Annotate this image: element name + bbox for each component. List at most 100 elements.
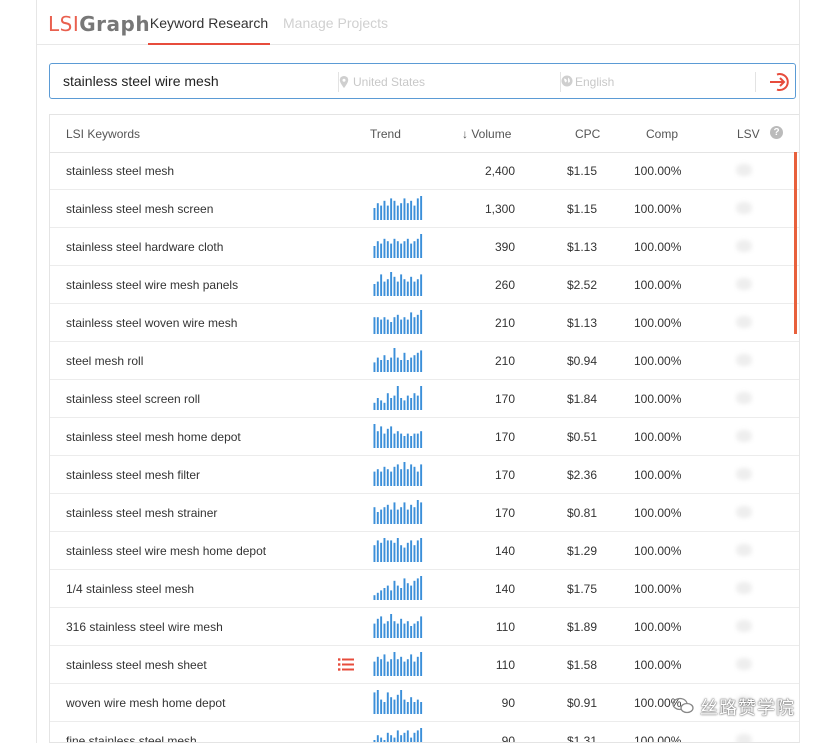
table-row[interactable]: stainless steel mesh filter 170 $2.36 100.0… bbox=[50, 456, 799, 494]
table-row[interactable]: steel mesh roll 210 $0.94 100.00% bbox=[50, 342, 799, 380]
keyword-cell[interactable]: stainless steel mesh home depot bbox=[66, 430, 241, 444]
table-row[interactable]: stainless steel wire mesh panels 260 $2.52… bbox=[50, 266, 799, 304]
table-row[interactable]: stainless steel wire mesh home depot 140 $… bbox=[50, 532, 799, 570]
cpc-cell: $1.13 bbox=[567, 240, 598, 254]
column-header-keywords[interactable]: LSI Keywords bbox=[66, 127, 140, 141]
help-icon[interactable]: ? bbox=[770, 126, 783, 139]
volume-cell: 140 bbox=[494, 582, 515, 596]
table-row[interactable]: stainless steel woven wire mesh 210 $1.13 1… bbox=[50, 304, 799, 342]
list-icon[interactable] bbox=[338, 658, 354, 671]
keyword-cell[interactable]: stainless steel mesh filter bbox=[66, 468, 200, 482]
column-header-volume[interactable]: ↓ Volume bbox=[462, 127, 511, 141]
trend-bar bbox=[373, 471, 376, 486]
lsv-blurred-value[interactable] bbox=[736, 430, 752, 442]
keyword-cell[interactable]: stainless steel screen roll bbox=[66, 392, 200, 406]
logo-lsi-text: LSI bbox=[48, 12, 80, 36]
keyword-cell[interactable]: fine stainless steel mesh bbox=[66, 734, 197, 742]
trend-bar bbox=[390, 590, 393, 600]
trend-bar bbox=[383, 588, 386, 600]
lsv-blurred-value[interactable] bbox=[736, 582, 752, 594]
keyword-cell[interactable]: stainless steel woven wire mesh bbox=[66, 316, 237, 330]
trend-bar bbox=[393, 652, 396, 676]
column-header-lsv[interactable]: LSV bbox=[737, 127, 760, 141]
keyword-cell[interactable]: stainless steel hardware cloth bbox=[66, 240, 223, 254]
cpc-cell: $0.81 bbox=[567, 506, 598, 520]
keyword-cell[interactable]: stainless steel mesh sheet bbox=[66, 658, 207, 672]
lsv-blurred-value[interactable] bbox=[736, 392, 752, 404]
lsv-blurred-value[interactable] bbox=[736, 658, 752, 670]
trend-bar bbox=[400, 469, 403, 486]
sort-down-arrow-icon: ↓ bbox=[462, 127, 468, 141]
trend-bar bbox=[383, 317, 386, 334]
keyword-cell[interactable]: 316 stainless steel wire mesh bbox=[66, 620, 223, 634]
trend-bar bbox=[393, 542, 396, 562]
table-row[interactable]: stainless steel mesh 2,400 $1.15 100.00% bbox=[50, 152, 799, 190]
trend-bar bbox=[380, 360, 383, 372]
scrollbar-thumb[interactable] bbox=[794, 152, 797, 334]
trend-bar bbox=[400, 735, 403, 742]
table-row[interactable]: 1/4 stainless steel mesh 140 $1.75 100.00% bbox=[50, 570, 799, 608]
lsv-blurred-value[interactable] bbox=[736, 240, 752, 252]
lsv-blurred-value[interactable] bbox=[736, 506, 752, 518]
table-row[interactable]: stainless steel mesh screen 1,300 $1.15 100… bbox=[50, 190, 799, 228]
trend-bar bbox=[403, 317, 406, 334]
search-submit-icon[interactable] bbox=[768, 70, 792, 94]
lsv-blurred-value[interactable] bbox=[736, 202, 752, 214]
keyword-search-input[interactable]: stainless steel wire mesh bbox=[63, 73, 219, 89]
trend-bar bbox=[403, 400, 406, 410]
trend-bar bbox=[400, 274, 403, 296]
column-header-comp[interactable]: Comp bbox=[646, 127, 678, 141]
trend-bar bbox=[383, 402, 386, 410]
keyword-cell[interactable]: 1/4 stainless steel mesh bbox=[66, 582, 194, 596]
lsv-blurred-value[interactable] bbox=[736, 354, 752, 366]
trend-bar bbox=[413, 355, 416, 372]
cpc-cell: $1.58 bbox=[567, 658, 598, 672]
keyword-cell[interactable]: stainless steel mesh bbox=[66, 164, 174, 178]
keyword-cell[interactable]: stainless steel wire mesh panels bbox=[66, 278, 238, 292]
volume-cell: 140 bbox=[494, 544, 515, 558]
table-row[interactable]: stainless steel mesh sheet 110 $1.58 100.00… bbox=[50, 646, 799, 684]
column-header-cpc[interactable]: CPC bbox=[575, 127, 600, 141]
table-row[interactable]: stainless steel hardware cloth 390 $1.13 10… bbox=[50, 228, 799, 266]
column-header-trend[interactable]: Trend bbox=[370, 127, 401, 141]
trend-bar bbox=[380, 426, 383, 448]
lsv-blurred-value[interactable] bbox=[736, 468, 752, 480]
lsv-blurred-value[interactable] bbox=[736, 620, 752, 632]
trend-bar bbox=[396, 314, 399, 334]
location-select[interactable]: United States bbox=[353, 75, 425, 89]
lsv-blurred-value[interactable] bbox=[736, 316, 752, 328]
lsv-blurred-value[interactable] bbox=[736, 734, 752, 742]
trend-bar bbox=[406, 621, 409, 638]
keyword-cell[interactable]: stainless steel mesh strainer bbox=[66, 506, 217, 520]
trend-bar bbox=[376, 203, 379, 220]
lsv-blurred-value[interactable] bbox=[736, 164, 752, 176]
trend-bar bbox=[420, 652, 423, 676]
table-row[interactable]: stainless steel mesh home depot 170 $0.51 1… bbox=[50, 418, 799, 456]
tab-keyword-research[interactable]: Keyword Research bbox=[148, 15, 270, 45]
table-row[interactable]: stainless steel screen roll 170 $1.84 100.0… bbox=[50, 380, 799, 418]
cpc-cell: $1.15 bbox=[567, 202, 598, 216]
trend-bar bbox=[393, 466, 396, 486]
keyword-cell[interactable]: stainless steel mesh screen bbox=[66, 202, 213, 216]
table-row[interactable]: fine stainless steel mesh 90 $1.31 100.00% bbox=[50, 722, 799, 742]
trend-bar bbox=[393, 395, 396, 410]
logo[interactable]: LSIGraph bbox=[48, 12, 150, 36]
lsv-blurred-value[interactable] bbox=[736, 278, 752, 290]
language-select[interactable]: English bbox=[575, 75, 614, 89]
trend-bar bbox=[413, 433, 416, 448]
trend-bar bbox=[410, 357, 413, 372]
keyword-cell[interactable]: steel mesh roll bbox=[66, 354, 143, 368]
tab-manage-projects[interactable]: Manage Projects bbox=[283, 15, 388, 43]
top-navigation: LSIGraph Keyword Research Manage Project… bbox=[37, 0, 799, 45]
keyword-cell[interactable]: woven wire mesh home depot bbox=[66, 696, 225, 710]
table-row[interactable]: stainless steel mesh strainer 170 $0.81 100… bbox=[50, 494, 799, 532]
table-row[interactable]: 316 stainless steel wire mesh 110 $1.89 100… bbox=[50, 608, 799, 646]
trend-bar bbox=[403, 732, 406, 742]
trend-bar bbox=[410, 312, 413, 334]
lsv-blurred-value[interactable] bbox=[736, 544, 752, 556]
keyword-cell[interactable]: stainless steel wire mesh home depot bbox=[66, 544, 266, 558]
comp-cell: 100.00% bbox=[634, 278, 682, 292]
trend-bar bbox=[396, 241, 399, 258]
trend-bar bbox=[413, 507, 416, 524]
trend-bar bbox=[380, 590, 383, 600]
